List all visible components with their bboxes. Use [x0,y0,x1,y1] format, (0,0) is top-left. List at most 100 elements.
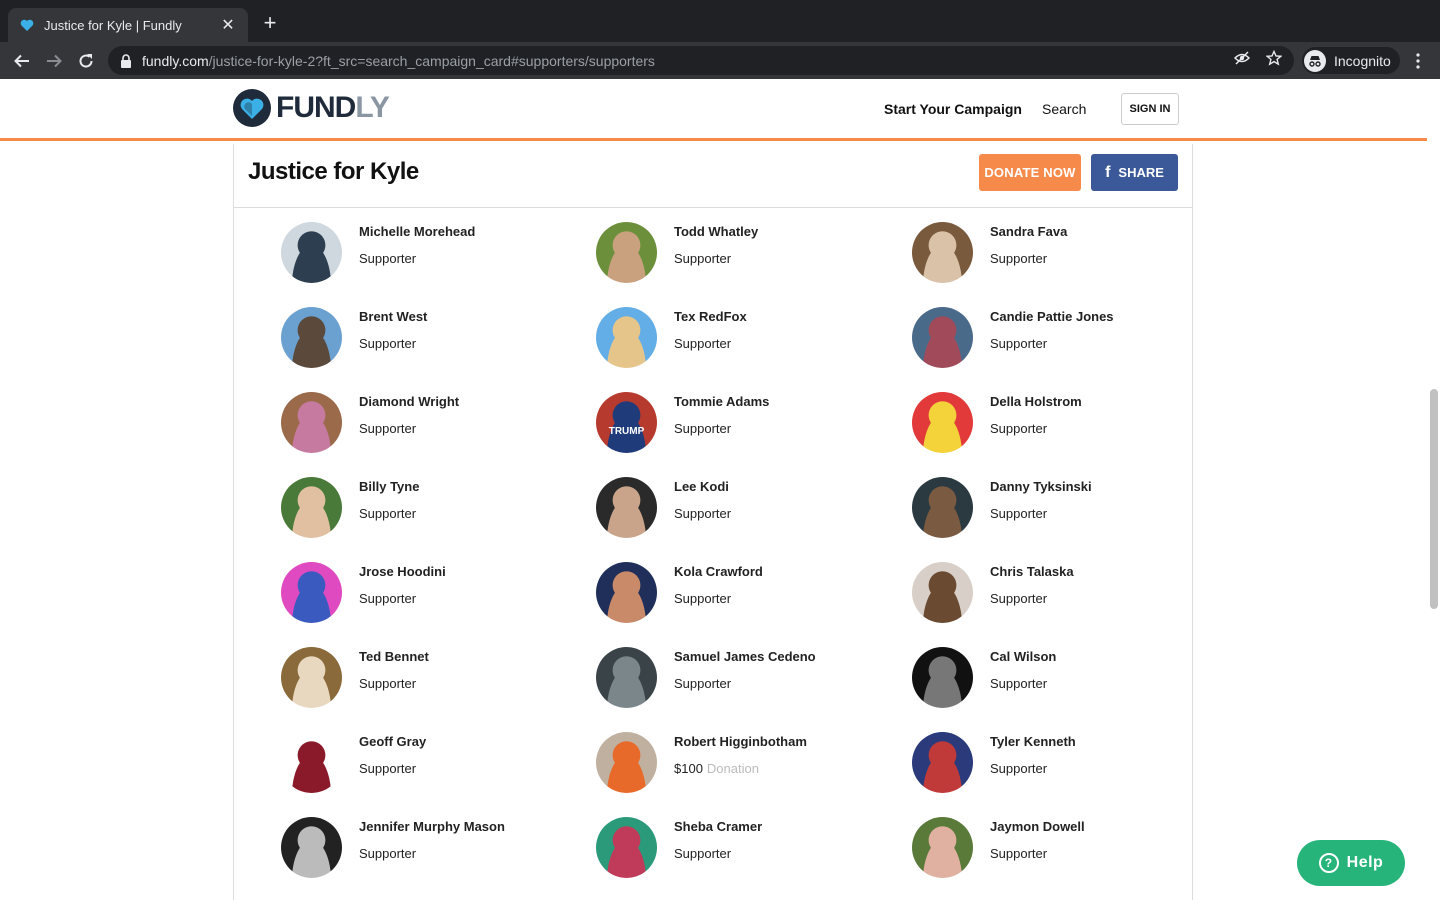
help-label: Help [1346,854,1384,871]
supporter-item[interactable]: Sandra Fava Supporter [912,222,1212,284]
supporter-role-text: Supporter [674,336,732,351]
supporter-avatar[interactable] [912,307,973,368]
supporter-avatar[interactable] [596,477,657,538]
supporter-item[interactable]: Diamond Wright Supporter [281,392,581,454]
supporter-name[interactable]: Sheba Cramer [674,819,762,834]
supporter-avatar[interactable] [281,477,342,538]
supporter-role-text: Supporter [990,421,1048,436]
donate-now-button[interactable]: DONATE NOW [979,154,1081,191]
supporter-item[interactable]: Sheba Cramer Supporter [596,817,896,879]
supporter-item[interactable]: Todd Whatley Supporter [596,222,896,284]
supporter-avatar[interactable] [596,817,657,878]
supporter-role: Supporter [359,846,416,861]
incognito-indicator[interactable]: Incognito [1302,47,1400,74]
sign-in-button[interactable]: SIGN IN [1121,93,1179,125]
supporter-name[interactable]: Lee Kodi [674,479,729,494]
supporter-avatar[interactable] [281,307,342,368]
supporter-avatar[interactable] [912,732,973,793]
supporter-name[interactable]: Robert Higginbotham [674,734,807,749]
supporter-avatar[interactable] [596,732,657,793]
supporter-name[interactable]: Ted Bennet [359,649,429,664]
scrollbar-thumb[interactable] [1430,389,1438,609]
supporter-name[interactable]: Geoff Gray [359,734,426,749]
supporter-avatar[interactable] [912,562,973,623]
supporter-avatar[interactable] [912,477,973,538]
supporter-avatar[interactable] [912,222,973,283]
supporter-name[interactable]: Billy Tyne [359,479,419,494]
supporter-item[interactable]: Candie Pattie Jones Supporter [912,307,1212,369]
supporter-item[interactable]: Samuel James Cedeno Supporter [596,647,896,709]
supporter-avatar[interactable] [912,647,973,708]
supporter-name[interactable]: Jaymon Dowell [990,819,1085,834]
supporter-name[interactable]: Samuel James Cedeno [674,649,816,664]
supporter-avatar[interactable] [596,222,657,283]
fundly-logo[interactable]: FUNDLY [232,88,390,128]
page-scrollbar[interactable] [1427,79,1440,900]
supporter-item[interactable]: TRUMP Tommie Adams Supporter [596,392,896,454]
forward-arrow-icon[interactable] [43,50,65,72]
supporter-avatar[interactable] [596,562,657,623]
supporter-role: Supporter [674,676,731,691]
start-campaign-link[interactable]: Start Your Campaign [884,101,1022,117]
reload-icon[interactable] [75,50,97,72]
supporter-item[interactable]: Chris Talaska Supporter [912,562,1212,624]
supporter-item[interactable]: Jennifer Murphy Mason Supporter [281,817,581,879]
supporter-item[interactable]: Michelle Morehead Supporter [281,222,581,284]
supporter-name[interactable]: Jrose Hoodini [359,564,446,579]
help-button[interactable]: ? Help [1297,840,1405,886]
supporter-name[interactable]: Tex RedFox [674,309,747,324]
eye-slash-icon[interactable] [1233,50,1251,71]
supporter-avatar[interactable] [281,392,342,453]
new-tab-button[interactable]: + [258,12,282,34]
supporter-name[interactable]: Cal Wilson [990,649,1056,664]
supporter-item[interactable]: Tex RedFox Supporter [596,307,896,369]
supporter-item[interactable]: Brent West Supporter [281,307,581,369]
supporter-name[interactable]: Tyler Kenneth [990,734,1076,749]
supporter-item[interactable]: Robert Higginbotham $100 Donation [596,732,896,794]
supporter-role: Supporter [674,846,731,861]
supporter-item[interactable]: Tyler Kenneth Supporter [912,732,1212,794]
supporter-name[interactable]: Danny Tyksinski [990,479,1092,494]
supporter-avatar[interactable] [596,647,657,708]
campaign-title: Justice for Kyle [248,158,419,185]
share-button[interactable]: f SHARE [1091,154,1178,191]
supporter-role: Supporter [359,251,416,266]
supporter-name[interactable]: Todd Whatley [674,224,758,239]
supporter-name[interactable]: Candie Pattie Jones [990,309,1114,324]
supporter-avatar[interactable] [912,817,973,878]
supporter-name[interactable]: Michelle Morehead [359,224,475,239]
address-bar[interactable]: fundly.com/justice-for-kyle-2?ft_src=sea… [108,46,1294,75]
supporter-avatar[interactable]: TRUMP [596,392,657,453]
supporter-item[interactable]: Ted Bennet Supporter [281,647,581,709]
supporter-avatar[interactable] [281,562,342,623]
supporter-item[interactable]: Geoff Gray Supporter [281,732,581,794]
supporter-name[interactable]: Brent West [359,309,427,324]
bookmark-star-icon[interactable] [1265,49,1283,71]
supporter-avatar[interactable] [281,647,342,708]
supporter-avatar[interactable] [281,222,342,283]
tab-close-icon[interactable]: ✕ [220,15,236,35]
supporter-name[interactable]: Kola Crawford [674,564,763,579]
browser-tab[interactable]: Justice for Kyle | Fundly ✕ [8,8,248,42]
supporter-name[interactable]: Sandra Fava [990,224,1067,239]
supporter-item[interactable]: Kola Crawford Supporter [596,562,896,624]
supporter-avatar[interactable] [596,307,657,368]
supporter-name[interactable]: Chris Talaska [990,564,1074,579]
search-link[interactable]: Search [1042,101,1086,117]
supporter-name[interactable]: Tommie Adams [674,394,769,409]
supporter-item[interactable]: Della Holstrom Supporter [912,392,1212,454]
supporter-name[interactable]: Jennifer Murphy Mason [359,819,505,834]
supporter-avatar[interactable] [281,817,342,878]
supporter-item[interactable]: Lee Kodi Supporter [596,477,896,539]
supporter-item[interactable]: Cal Wilson Supporter [912,647,1212,709]
supporter-name[interactable]: Della Holstrom [990,394,1082,409]
supporter-item[interactable]: Jaymon Dowell Supporter [912,817,1212,879]
supporter-item[interactable]: Danny Tyksinski Supporter [912,477,1212,539]
supporter-avatar[interactable] [281,732,342,793]
browser-menu-icon[interactable] [1410,50,1426,72]
supporter-avatar[interactable] [912,392,973,453]
supporter-item[interactable]: Billy Tyne Supporter [281,477,581,539]
supporter-item[interactable]: Jrose Hoodini Supporter [281,562,581,624]
back-arrow-icon[interactable] [11,50,33,72]
supporter-name[interactable]: Diamond Wright [359,394,459,409]
